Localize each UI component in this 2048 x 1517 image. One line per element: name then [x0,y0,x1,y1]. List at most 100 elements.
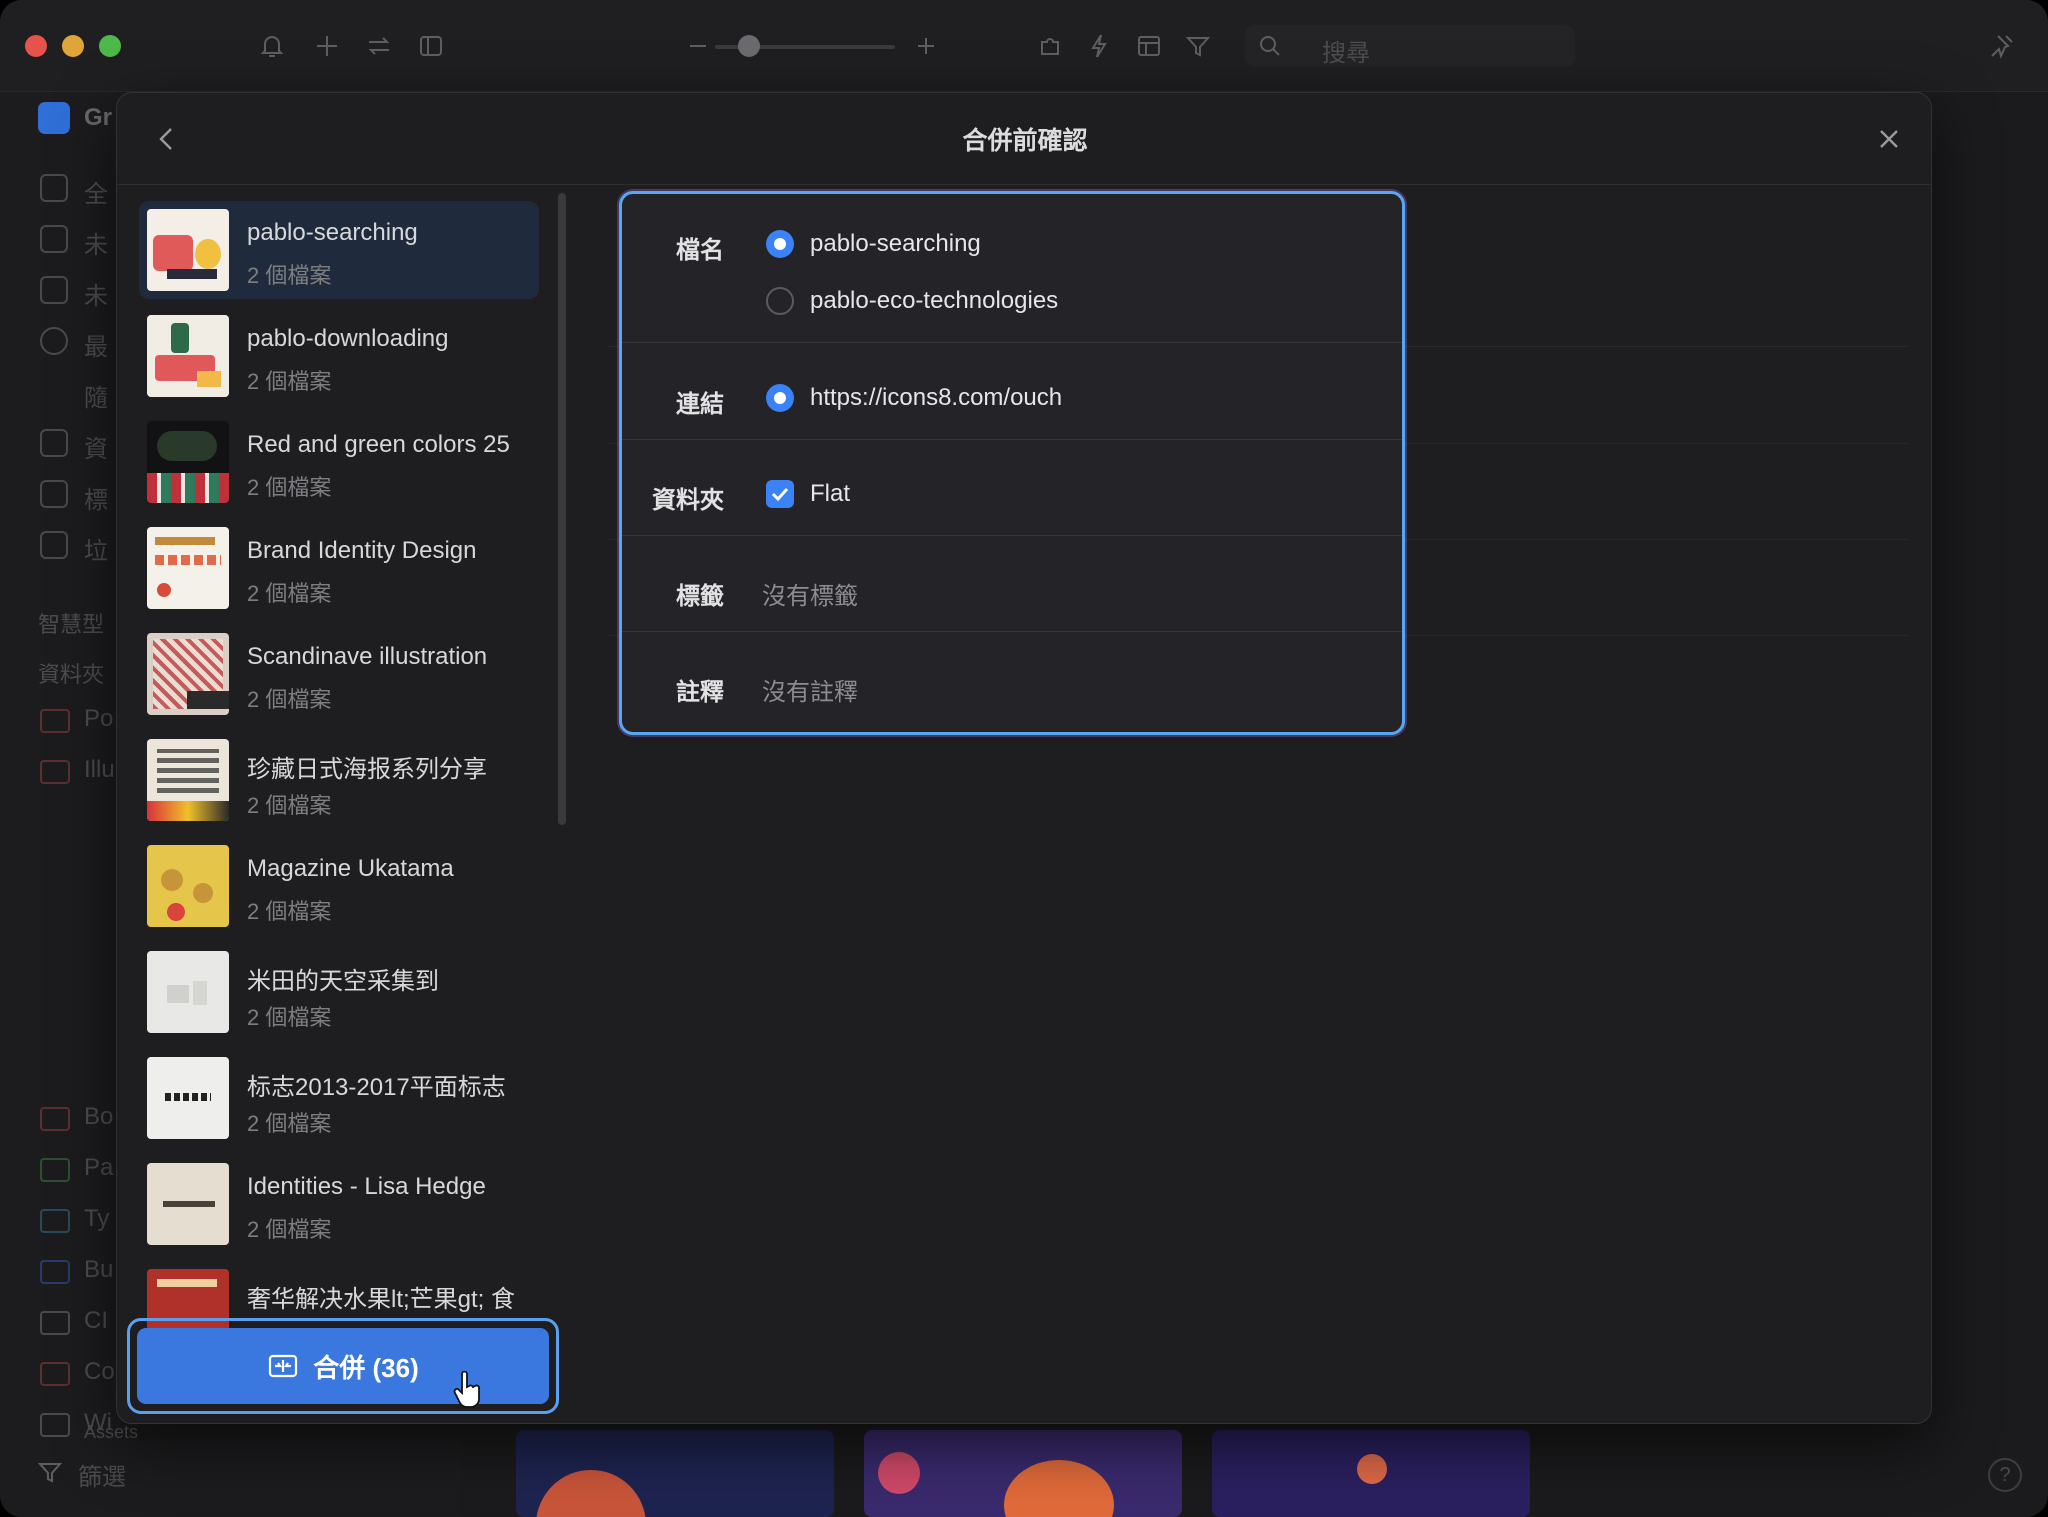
filename-option-1[interactable]: pablo-searching [810,230,981,258]
sidebar-item-trash[interactable]: 垃 [84,531,108,566]
folder-checkbox[interactable] [766,480,794,508]
folder-icon [40,760,70,784]
bell-icon[interactable] [254,28,290,64]
item-name: 标志2013-2017平面标志 [247,1074,506,1101]
search-placeholder: 搜尋 [1322,40,1370,67]
row-divider [622,535,1402,536]
item-name: Brand Identity Design [247,537,477,564]
filter-icon[interactable] [1180,28,1216,64]
folder-icon [40,1362,70,1386]
dialog-header: 合併前確認 [117,93,1931,185]
sidebar-item-recent[interactable]: 最 [84,327,108,362]
folder-icon [40,1158,70,1182]
link-value[interactable]: https://icons8.com/ouch [810,384,1062,412]
search-field[interactable] [1245,25,1575,67]
item-name: 奢华解决水果lt;芒果gt; 食 [247,1286,516,1313]
layout-icon[interactable] [1131,28,1167,64]
item-name: Magazine Ukatama [247,855,454,882]
sidebar-folder-co[interactable]: Co [84,1358,115,1386]
link-radio-selected[interactable] [766,384,794,412]
merge-icon [269,1354,298,1378]
sidebar-item-untagged[interactable]: 未 [84,276,108,311]
list-scrollbar[interactable] [558,193,566,825]
extension-icon[interactable] [1032,28,1068,64]
item-count: 2 個檔案 [247,1217,332,1242]
list-item[interactable]: 珍藏日式海报系列分享 2 個檔案 [139,731,539,829]
item-name: Identities - Lisa Hedge [247,1173,486,1200]
filename-radio-selected[interactable] [766,230,794,258]
pin-icon[interactable] [1984,28,2020,64]
item-thumbnail [147,209,229,291]
background-thumbnail[interactable] [1212,1430,1530,1517]
close-window-button[interactable] [25,35,47,57]
sidebar-folder-pa[interactable]: Pa [84,1154,113,1182]
tags-value: 沒有標籤 [762,583,858,610]
item-thumbnail [147,1163,229,1245]
sidebar-folder-illu[interactable]: Illu [84,756,115,784]
item-thumbnail [147,1057,229,1139]
clock-icon [40,327,68,355]
item-name: 米田的天空采集到 [247,968,439,995]
folder-label: 資料夾 [652,487,724,514]
plus-icon[interactable] [309,28,345,64]
item-thumbnail [147,315,229,397]
sidebar-item-tags[interactable]: 標 [84,480,108,515]
zoom-in-icon[interactable] [908,28,944,64]
item-name: pablo-downloading [247,325,449,352]
zoom-slider-knob[interactable] [738,35,760,57]
filename-option-2[interactable]: pablo-eco-technologies [810,287,1058,315]
merge-confirm-dialog: 合併前確認 pablo-searching 2 個檔案 pablo-downlo… [116,92,1932,1424]
minimize-window-button[interactable] [62,35,84,57]
list-item[interactable]: Magazine Ukatama 2 個檔案 [139,837,539,935]
shuffle-icon [40,378,68,406]
folder-icon [40,1107,70,1131]
library-name: Gr [84,104,113,131]
merge-item-list[interactable]: pablo-searching 2 個檔案 pablo-downloading … [129,189,655,1399]
sidebar-item-resources[interactable]: 資 [84,429,108,464]
background-thumbnail[interactable] [516,1430,834,1517]
sidebar-folder-bo[interactable]: Bo [84,1103,113,1131]
sidebar-folder-ci[interactable]: CI [84,1307,108,1335]
sidebar-folder-po[interactable]: Po [84,705,113,733]
row-divider [622,342,1402,343]
list-item[interactable]: Scandinave illustration 2 個檔案 [139,625,539,723]
item-count: 2 個檔案 [247,793,332,818]
checkmark-icon [771,487,789,502]
filename-radio-unselected[interactable] [766,287,794,315]
filter-icon[interactable] [32,1454,68,1490]
sidebar-footer [0,1440,460,1517]
sidebar-item-uncategorized[interactable]: 未 [84,225,108,260]
folder-value[interactable]: Flat [810,480,850,508]
sidebar-folder-bu[interactable]: Bu [84,1256,113,1284]
merge-button-label: 合併 (36) [313,1352,419,1383]
list-item[interactable]: Red and green colors 25 2 個檔案 [139,413,539,511]
background-thumbnail[interactable] [864,1430,1182,1517]
sidebar-item-random[interactable]: 隨 [84,378,108,413]
list-item[interactable]: 米田的天空采集到 2 個檔案 [139,943,539,1041]
merge-button[interactable]: 合併 (36) [137,1328,549,1404]
filename-label: 檔名 [676,237,724,264]
sidebar-folder-ty[interactable]: Ty [84,1205,109,1233]
list-item[interactable]: 标志2013-2017平面标志 2 個檔案 [139,1049,539,1147]
item-thumbnail [147,421,229,503]
zoom-out-icon[interactable] [680,28,716,64]
sidebar-toggle-icon[interactable] [413,28,449,64]
item-count: 2 個檔案 [247,899,332,924]
lightning-icon[interactable] [1081,28,1117,64]
background-sidebar: Gr 全 未 未 最 隨 資 標 垃 智慧型 資料夾 Po Illu Bo Pa… [0,92,138,1517]
help-button[interactable]: ? [1988,1458,2022,1492]
list-item[interactable]: Identities - Lisa Hedge 2 個檔案 [139,1155,539,1253]
zoom-window-button[interactable] [99,35,121,57]
close-button[interactable] [1873,123,1905,155]
list-item[interactable]: pablo-searching 2 個檔案 [139,201,539,299]
item-count: 2 個檔案 [247,475,332,500]
list-item[interactable]: Brand Identity Design 2 個檔案 [139,519,539,617]
item-name: Red and green colors 25 [247,431,510,458]
list-item[interactable]: pablo-downloading 2 個檔案 [139,307,539,405]
hand-cursor-icon [453,1371,480,1408]
swap-icon[interactable] [361,28,397,64]
app-window: 搜尋 Gr 全 未 未 最 隨 資 標 垃 智慧型 資料夾 Po Illu Bo… [0,0,2048,1517]
sidebar-item-all[interactable]: 全 [84,174,108,209]
footer-filter-label: 篩選 [78,1464,126,1491]
folder-icon [40,709,70,733]
